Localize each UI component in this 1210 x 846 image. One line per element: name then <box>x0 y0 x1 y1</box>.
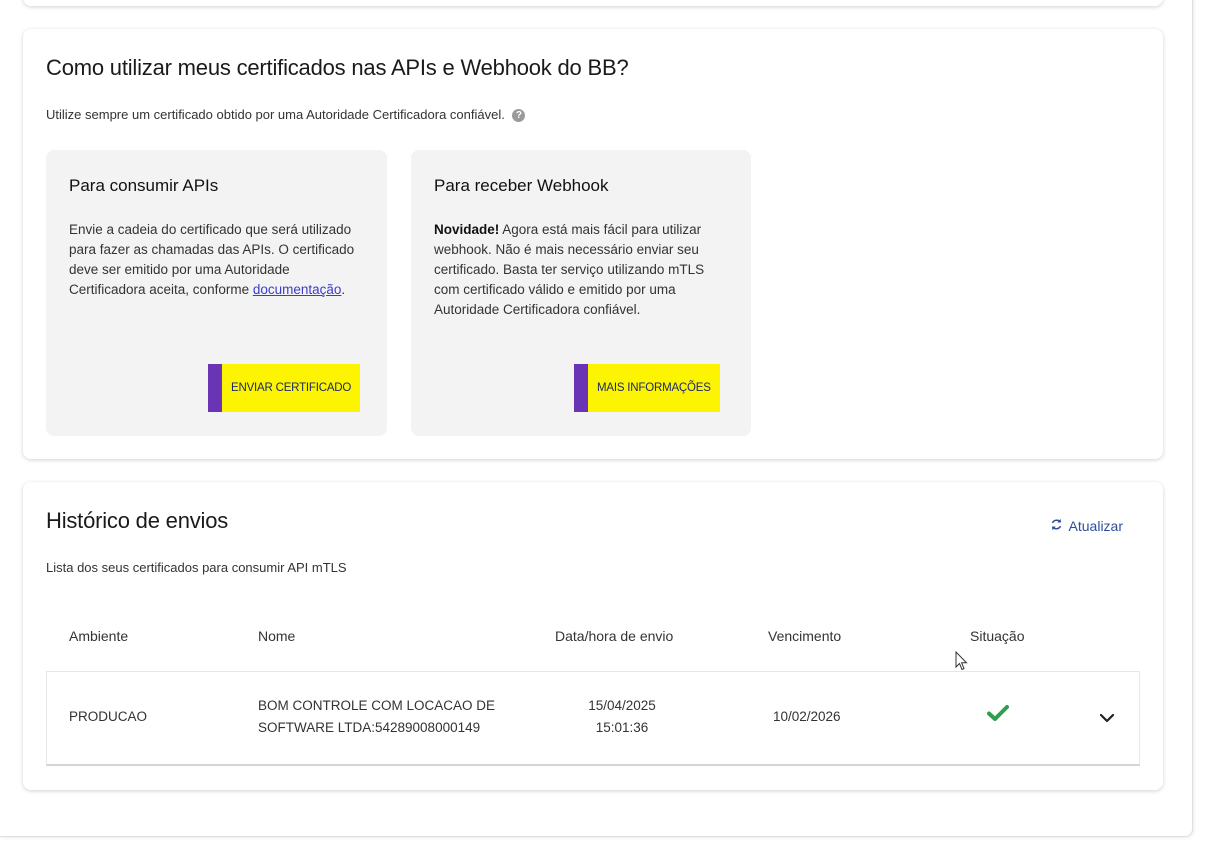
column-header-vencimento: Vencimento <box>768 628 842 644</box>
column-header-data-envio: Data/hora de envio <box>555 628 674 644</box>
table-row[interactable]: PRODUCAO BOM CONTROLE COM LOCACAO DE SOF… <box>46 671 1140 766</box>
consume-apis-text: Envie a cadeia do certificado que será u… <box>69 220 364 300</box>
refresh-icon <box>1050 518 1063 534</box>
refresh-label: Atualizar <box>1068 518 1123 534</box>
chevron-down-icon[interactable] <box>1099 710 1115 728</box>
receive-webhook-panel: Para receber Webhook Novidade! Agora est… <box>411 150 751 436</box>
button-accent-bar <box>208 364 222 412</box>
documentation-link[interactable]: documentação <box>253 282 342 297</box>
cell-nome: BOM CONTROLE COM LOCACAO DE SOFTWARE LTD… <box>258 695 495 739</box>
button-accent-bar <box>574 364 588 412</box>
refresh-button[interactable]: Atualizar <box>1050 518 1123 534</box>
usage-title: Como utilizar meus certificados nas APIs… <box>46 55 629 80</box>
mouse-cursor-icon <box>955 650 969 676</box>
cell-vencimento: 10/02/2026 <box>773 709 841 724</box>
cell-nome-line1: BOM CONTROLE COM LOCACAO DE <box>258 698 496 713</box>
history-card: Histórico de envios Atualizar Lista dos … <box>23 482 1163 790</box>
help-icon[interactable]: ? <box>512 109 526 123</box>
consume-apis-title: Para consumir APIs <box>69 176 219 195</box>
history-title: Histórico de envios <box>46 508 229 533</box>
receive-webhook-title: Para receber Webhook <box>434 176 609 195</box>
certificate-usage-card: Como utilizar meus certificados nas APIs… <box>23 29 1163 459</box>
column-header-ambiente: Ambiente <box>69 628 129 644</box>
history-subtitle: Lista dos seus certificados para consumi… <box>46 560 347 575</box>
consume-apis-period: . <box>341 282 346 297</box>
consume-apis-panel: Para consumir APIs Envie a cadeia do cer… <box>46 150 387 436</box>
send-certificate-button[interactable]: ENVIAR CERTIFICADO <box>208 364 361 412</box>
cell-data: 15/04/2025 <box>588 698 656 713</box>
more-info-button[interactable]: MAIS INFORMAÇÕES <box>574 364 720 412</box>
more-info-label: MAIS INFORMAÇÕES <box>597 382 711 394</box>
column-header-situacao: Situação <box>970 628 1025 644</box>
cell-hora: 15:01:36 <box>595 720 649 735</box>
previous-card <box>23 0 1163 6</box>
send-certificate-label: ENVIAR CERTIFICADO <box>231 382 352 394</box>
receive-webhook-text: Novidade! Agora está mais fácil para uti… <box>434 220 729 320</box>
column-header-nome: Nome <box>258 628 296 644</box>
usage-subtitle: Utilize sempre um certificado obtido por… <box>46 107 505 122</box>
cell-data-envio: 15/04/2025 15:01:36 <box>567 695 677 739</box>
usage-subtitle-row: Utilize sempre um certificado obtido por… <box>46 107 526 123</box>
cell-nome-line2: SOFTWARE LTDA:54289008000149 <box>258 720 481 735</box>
novelty-label: Novidade! <box>434 222 500 237</box>
check-icon <box>987 704 1009 727</box>
cell-ambiente: PRODUCAO <box>69 709 148 724</box>
